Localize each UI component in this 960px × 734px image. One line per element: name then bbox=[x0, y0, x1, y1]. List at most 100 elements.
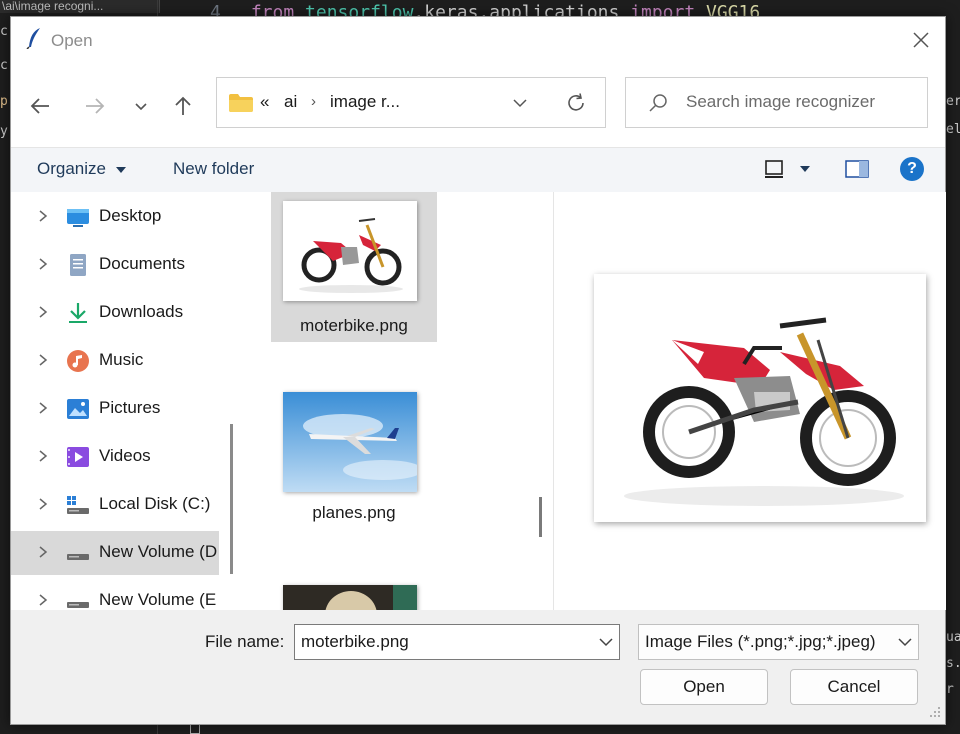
dialog-title: Open bbox=[51, 31, 93, 50]
nav-item-new-volume-d[interactable]: New Volume (D bbox=[11, 531, 219, 575]
search-icon bbox=[649, 94, 667, 112]
editor-right-text: el bbox=[946, 122, 960, 137]
expand-chevron-icon[interactable] bbox=[37, 497, 49, 511]
navigation-bar: « ai › image r... Search image recognize… bbox=[11, 63, 945, 147]
organize-dropdown-icon[interactable] bbox=[115, 166, 127, 174]
expand-chevron-icon[interactable] bbox=[37, 209, 49, 223]
drive-icon bbox=[67, 602, 89, 608]
view-dropdown-icon[interactable] bbox=[799, 165, 811, 173]
dialog-body: Desktop Documents Downloads Music Pictur… bbox=[11, 192, 946, 610]
expand-chevron-icon[interactable] bbox=[37, 545, 49, 559]
nav-item-music[interactable]: Music bbox=[11, 339, 219, 383]
feather-icon bbox=[26, 28, 40, 49]
dialog-titlebar[interactable]: Open bbox=[11, 17, 945, 63]
editor-left-text: p bbox=[0, 94, 8, 109]
file-item-planes[interactable]: planes.png bbox=[271, 380, 437, 530]
file-name-input[interactable]: moterbike.png bbox=[294, 624, 620, 660]
nav-item-label: Documents bbox=[99, 254, 185, 273]
file-type-value: Image Files (*.png;*.jpg;*.jpeg) bbox=[645, 632, 876, 651]
expand-chevron-icon[interactable] bbox=[37, 449, 49, 463]
nav-item-label: Downloads bbox=[99, 302, 184, 321]
back-arrow-icon[interactable] bbox=[27, 93, 55, 119]
file-name-dropdown-icon[interactable] bbox=[599, 637, 613, 647]
nav-item-new-volume-e[interactable]: New Volume (E bbox=[11, 579, 219, 610]
file-name: moterbike.png bbox=[300, 316, 408, 335]
file-name-value: moterbike.png bbox=[301, 632, 409, 651]
file-name-label: File name: bbox=[205, 632, 285, 651]
nav-item-videos[interactable]: Videos bbox=[11, 435, 219, 479]
file-item-partial[interactable] bbox=[271, 580, 437, 610]
nav-item-label: Music bbox=[99, 350, 144, 369]
organize-button[interactable]: Organize bbox=[37, 159, 106, 179]
expand-chevron-icon[interactable] bbox=[37, 257, 49, 271]
editor-left-text: c bbox=[0, 24, 8, 39]
address-bar[interactable]: « ai › image r... bbox=[216, 77, 606, 128]
open-button[interactable]: Open bbox=[640, 669, 768, 705]
breadcrumb-separator-icon: › bbox=[311, 93, 316, 110]
editor-right-text: er bbox=[946, 94, 960, 109]
editor-right-text: ua bbox=[946, 630, 960, 645]
up-arrow-icon[interactable] bbox=[169, 93, 197, 119]
search-box[interactable]: Search image recognizer bbox=[625, 77, 928, 128]
breadcrumb-overflow[interactable]: « bbox=[260, 92, 269, 112]
partial-thumbnail bbox=[283, 585, 417, 610]
expand-chevron-icon[interactable] bbox=[37, 593, 49, 607]
dialog-footer: File name: moterbike.png Image Files (*.… bbox=[11, 610, 945, 724]
expand-chevron-icon[interactable] bbox=[37, 401, 49, 415]
planes-thumbnail bbox=[283, 392, 417, 492]
editor-right-text: s. bbox=[946, 656, 960, 671]
file-type-select[interactable]: Image Files (*.png;*.jpg;*.jpeg) bbox=[638, 624, 919, 660]
view-mode-icon[interactable] bbox=[763, 158, 785, 180]
nav-item-label: Pictures bbox=[99, 398, 161, 417]
desktop-icon bbox=[67, 209, 89, 227]
editor-checkbox[interactable] bbox=[190, 724, 200, 734]
open-file-dialog: Open « ai › image r... Search image reco… bbox=[10, 16, 946, 725]
nav-item-desktop[interactable]: Desktop bbox=[11, 195, 219, 239]
drive-icon bbox=[67, 554, 89, 560]
help-icon[interactable]: ? bbox=[900, 157, 924, 181]
cancel-button[interactable]: Cancel bbox=[790, 669, 918, 705]
pictures-icon bbox=[67, 399, 89, 419]
expand-chevron-icon[interactable] bbox=[37, 305, 49, 319]
editor-left-text: y bbox=[0, 124, 8, 139]
editor-right-text: r bbox=[946, 682, 954, 697]
search-placeholder: Search image recognizer bbox=[686, 92, 875, 111]
editor-left-text: c bbox=[0, 58, 8, 73]
breadcrumb-item-image-recognizer[interactable]: image r... bbox=[330, 92, 400, 112]
nav-item-local-disk-c[interactable]: Local Disk (C:) bbox=[11, 483, 219, 527]
downloads-icon bbox=[69, 303, 87, 323]
music-icon bbox=[67, 350, 89, 372]
nav-item-documents[interactable]: Documents bbox=[11, 243, 219, 287]
videos-icon bbox=[67, 447, 89, 467]
file-list: moterbike.png planes.png bbox=[245, 192, 529, 610]
breadcrumb-item-ai[interactable]: ai bbox=[284, 92, 297, 112]
recent-locations-chevron-icon[interactable] bbox=[127, 93, 155, 119]
nav-item-label: Local Disk (C:) bbox=[99, 494, 211, 513]
refresh-icon[interactable] bbox=[565, 92, 587, 114]
file-list-scrollbar[interactable] bbox=[539, 497, 542, 537]
moterbike-thumbnail bbox=[283, 201, 417, 301]
moterbike-preview-image bbox=[594, 274, 926, 522]
close-icon[interactable] bbox=[907, 27, 935, 53]
preview-pane-icon[interactable] bbox=[845, 159, 869, 179]
nav-item-downloads[interactable]: Downloads bbox=[11, 291, 219, 335]
expand-chevron-icon[interactable] bbox=[37, 353, 49, 367]
nav-item-label: Desktop bbox=[99, 206, 162, 225]
forward-arrow-icon[interactable] bbox=[80, 93, 108, 119]
editor-tab[interactable]: \ai\image recogni... bbox=[0, 0, 160, 13]
nav-item-label: New Volume (D bbox=[99, 542, 218, 561]
nav-item-label: Videos bbox=[99, 446, 151, 465]
file-item-moterbike[interactable]: moterbike.png bbox=[271, 192, 437, 342]
nav-item-pictures[interactable]: Pictures bbox=[11, 387, 219, 431]
file-type-dropdown-icon[interactable] bbox=[898, 637, 912, 647]
local-disk-icon bbox=[67, 496, 89, 514]
navigation-pane-scrollbar[interactable] bbox=[230, 424, 233, 574]
resize-grip-icon[interactable] bbox=[929, 706, 941, 718]
folder-icon bbox=[229, 94, 253, 112]
address-dropdown-chevron-icon[interactable] bbox=[512, 96, 528, 110]
new-folder-button[interactable]: New folder bbox=[173, 159, 254, 179]
file-name: planes.png bbox=[312, 503, 396, 522]
nav-item-label: New Volume (E bbox=[99, 590, 217, 609]
command-toolbar: Organize New folder ? bbox=[11, 147, 945, 192]
navigation-pane: Desktop Documents Downloads Music Pictur… bbox=[11, 192, 219, 610]
